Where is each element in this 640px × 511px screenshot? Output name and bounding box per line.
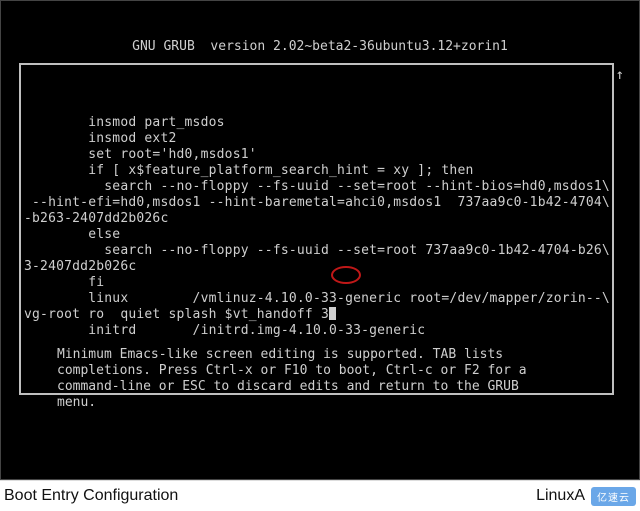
grub-title: GNU GRUB version 2.02~beta2-36ubuntu3.12… [1, 33, 639, 55]
grub-editor-box[interactable]: ↑ insmod part_msdos insmod ext2 set root… [19, 63, 614, 395]
caption-source: LinuxA [536, 487, 585, 505]
provider-logo: 亿速云 [591, 487, 636, 506]
caption-title: Boot Entry Configuration [4, 487, 178, 505]
grub-console: GNU GRUB version 2.02~beta2-36ubuntu3.12… [0, 0, 640, 480]
caption-bar: Boot Entry Configuration LinuxA 亿速云 [0, 480, 640, 511]
grub-help-text: Minimum Emacs-like screen editing is sup… [57, 347, 597, 411]
scroll-up-indicator: ↑ [616, 67, 624, 83]
grub-editor-content[interactable]: insmod part_msdos insmod ext2 set root='… [21, 113, 612, 345]
caption-right-group: LinuxA 亿速云 [536, 487, 636, 506]
text-cursor [329, 307, 336, 320]
